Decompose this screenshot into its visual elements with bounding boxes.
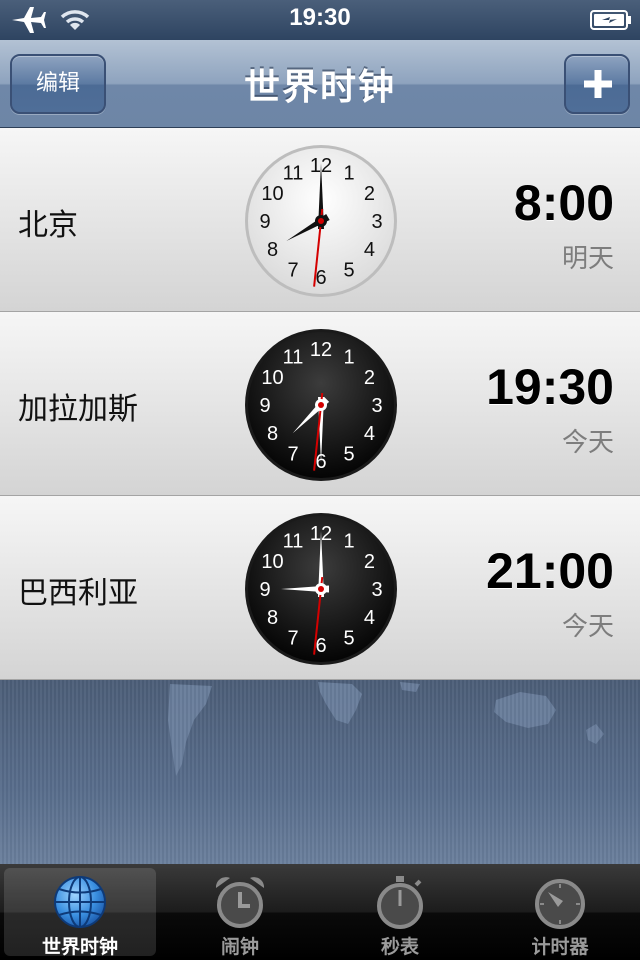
analog-clock-icon: 123456789101112 (245, 513, 397, 665)
alarm-clock-icon (215, 877, 265, 928)
battery-charging-icon (590, 10, 631, 30)
clock-numeral: 2 (364, 367, 375, 389)
tab-world-clock[interactable]: 世界时钟 (4, 868, 156, 958)
city-time: 8:00 (513, 175, 614, 231)
clock-center-pin (318, 586, 324, 592)
clock-numeral: 1 (343, 531, 354, 553)
tab-label: 闹钟 (220, 936, 259, 958)
plus-icon (584, 70, 612, 98)
tab-label: 世界时钟 (41, 936, 118, 958)
clock-numeral: 11 (283, 347, 304, 369)
city-day: 明天 (561, 244, 614, 274)
city-row-brasilia[interactable]: 巴西利亚 123456789101112 21:00 今天 (0, 496, 640, 680)
clock-numeral: 5 (343, 259, 354, 281)
clock-numeral: 10 (261, 183, 283, 205)
tab-label: 计时器 (531, 936, 589, 958)
clock-numeral: 8 (267, 423, 278, 445)
status-time: 19:30 (289, 4, 351, 31)
clock-numeral: 5 (343, 443, 354, 465)
navigation-bar: 编辑 世界时钟 (0, 40, 640, 128)
timer-icon (535, 879, 585, 929)
clock-numeral: 11 (283, 531, 304, 553)
tab-stopwatch[interactable]: 秒表 (324, 868, 476, 958)
city-day: 今天 (561, 428, 614, 458)
clock-numeral: 8 (267, 239, 278, 261)
city-day: 今天 (561, 612, 614, 642)
clock-numeral: 10 (261, 367, 283, 389)
clock-numeral: 6 (315, 267, 326, 289)
city-name: 加拉加斯 (18, 392, 138, 427)
clock-numeral: 9 (259, 579, 270, 601)
city-row-beijing[interactable]: 北京 123456789101112 8:00 明天 (0, 128, 640, 312)
clock-numeral: 7 (287, 627, 298, 649)
clock-numeral: 5 (343, 627, 354, 649)
clock-numeral: 9 (259, 211, 270, 233)
clock-numeral: 3 (371, 395, 382, 417)
clock-numeral: 1 (343, 347, 354, 369)
clock-numeral: 6 (315, 635, 326, 657)
city-time: 19:30 (486, 359, 614, 415)
city-row-caracas[interactable]: 加拉加斯 123456789101112 19:30 今天 (0, 312, 640, 496)
clock-numeral: 7 (287, 259, 298, 281)
clock-numeral: 4 (364, 239, 375, 261)
clock-numeral: 8 (267, 607, 278, 629)
page-title: 世界时钟 (243, 67, 396, 108)
clock-numeral: 11 (283, 163, 304, 185)
clock-numeral: 1 (343, 163, 354, 185)
clock-numeral: 4 (364, 423, 375, 445)
world-map-icon (168, 682, 604, 776)
tab-alarm[interactable]: 闹钟 (164, 868, 316, 958)
clock-numeral: 10 (261, 551, 283, 573)
clock-numeral: 2 (364, 551, 375, 573)
status-bar: 19:30 (0, 0, 640, 40)
clock-numeral: 7 (287, 443, 298, 465)
clock-numeral: 12 (310, 339, 332, 361)
stopwatch-icon (377, 876, 423, 929)
analog-clock-icon: 123456789101112 (245, 329, 397, 481)
city-time: 21:00 (486, 543, 614, 599)
tab-timer[interactable]: 计时器 (484, 868, 636, 958)
city-name: 北京 (18, 208, 78, 243)
clock-numeral: 4 (364, 607, 375, 629)
clock-numeral: 3 (371, 579, 382, 601)
analog-clock-icon: 123456789101112 (245, 145, 397, 297)
clock-numeral: 2 (364, 183, 375, 205)
globe-icon (54, 876, 106, 928)
add-city-button[interactable] (564, 54, 630, 114)
clock-numeral: 9 (259, 395, 270, 417)
world-map-background (0, 680, 640, 864)
clock-center-pin (318, 218, 324, 224)
city-name: 巴西利亚 (18, 576, 138, 611)
clock-center-pin (318, 402, 324, 408)
clock-numeral: 3 (371, 211, 382, 233)
tab-bar: 世界时钟 闹钟 秒表 计时器 (0, 864, 640, 960)
tab-label: 秒表 (380, 936, 419, 958)
